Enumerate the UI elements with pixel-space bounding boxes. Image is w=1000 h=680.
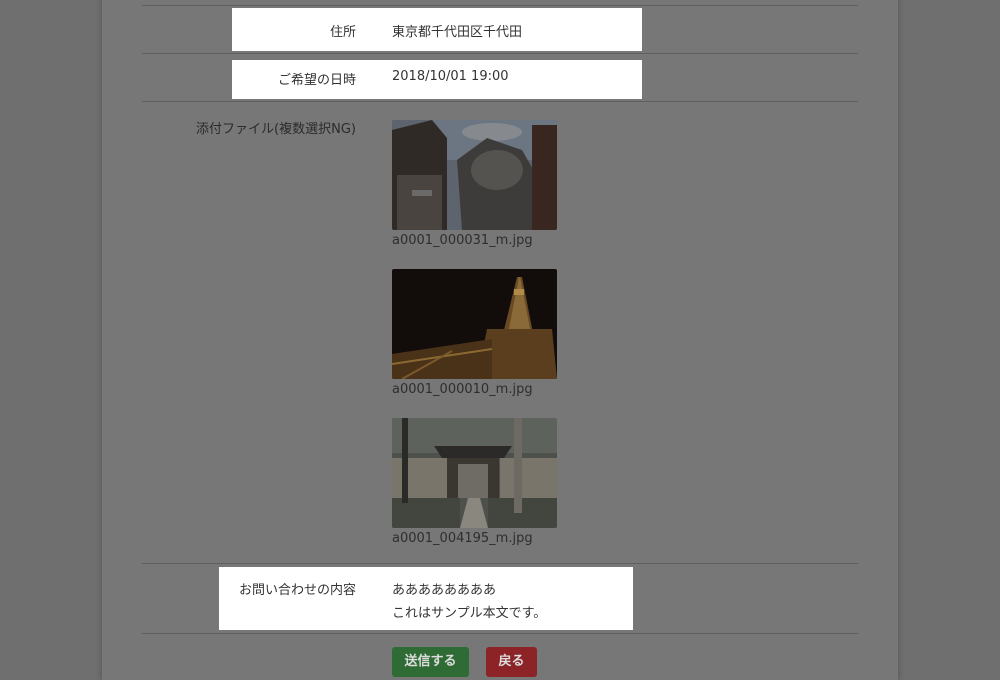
inquiry-label: お問い合わせの内容	[238, 583, 356, 598]
file-name: a0001_000010_m.jpg	[392, 382, 533, 397]
file-name: a0001_004195_m.jpg	[392, 531, 533, 546]
submit-button[interactable]: 送信する	[392, 647, 469, 677]
file-name: a0001_000031_m.jpg	[392, 233, 533, 248]
inquiry-line: これはサンプル本文です。	[392, 606, 547, 621]
address-label: 住所	[329, 25, 356, 40]
temple-gate-photo	[392, 418, 557, 528]
shrine-lion-statue-photo	[392, 120, 557, 230]
tokyo-tower-night-photo	[392, 269, 557, 379]
row-divider	[142, 5, 858, 6]
back-button[interactable]: 戻る	[486, 647, 537, 677]
row-divider	[142, 563, 858, 564]
row-divider	[142, 101, 858, 102]
address-value: 東京都千代田区千代田	[392, 25, 523, 40]
row-divider	[142, 53, 858, 54]
inquiry-line: ああああああああ	[392, 583, 497, 598]
datetime-label: ご希望の日時	[277, 73, 356, 88]
datetime-value: 2018/10/01 19:00	[392, 69, 509, 84]
row-divider	[142, 633, 858, 634]
attachments-label: 添付ファイル(複数選択NG)	[196, 122, 356, 137]
